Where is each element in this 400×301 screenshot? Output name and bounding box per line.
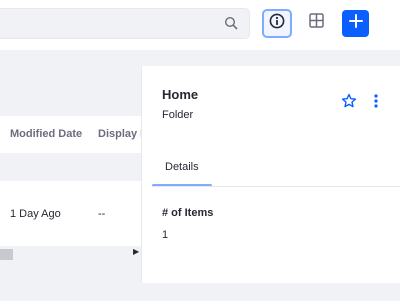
documents-table: Modified Date Display D 1 Day Ago -- ▶	[0, 50, 148, 301]
table-row[interactable]: 1 Day Ago --	[0, 181, 145, 246]
tabs-divider	[152, 186, 400, 187]
search-icon[interactable]	[224, 16, 238, 30]
info-side-panel: Home Folder Details # of Items 1	[142, 66, 400, 283]
tab-details-label: Details	[165, 161, 199, 173]
items-count-label: # of Items	[162, 207, 214, 219]
table-header-row: Modified Date Display D	[0, 116, 148, 153]
kebab-menu-icon[interactable]	[372, 93, 380, 109]
scrollbar-thumb[interactable]	[0, 249, 13, 260]
cards-view-icon	[308, 13, 324, 33]
plus-icon	[348, 14, 363, 33]
view-display-button[interactable]	[305, 11, 327, 35]
star-icon[interactable]	[341, 93, 357, 109]
scroll-right-arrow-icon[interactable]: ▶	[133, 247, 139, 256]
add-button[interactable]	[342, 10, 369, 37]
column-header-display-date[interactable]: Display D	[98, 128, 148, 140]
modified-date-cell: 1 Day Ago	[10, 208, 61, 220]
table-toolbar-space	[0, 50, 145, 108]
horizontal-scrollbar[interactable]: ▶	[0, 246, 145, 260]
column-header-modified-date[interactable]: Modified Date	[10, 128, 82, 140]
info-circle-icon	[269, 13, 285, 34]
panel-title: Home	[162, 87, 199, 102]
info-panel-toggle-button[interactable]	[262, 9, 292, 38]
table-group-divider	[0, 153, 145, 181]
management-toolbar	[0, 0, 400, 50]
display-date-cell: --	[98, 208, 106, 220]
panel-subtitle: Folder	[162, 109, 194, 121]
search-input[interactable]	[0, 8, 250, 39]
items-count-value: 1	[162, 229, 169, 241]
tab-details[interactable]: Details	[152, 151, 212, 187]
